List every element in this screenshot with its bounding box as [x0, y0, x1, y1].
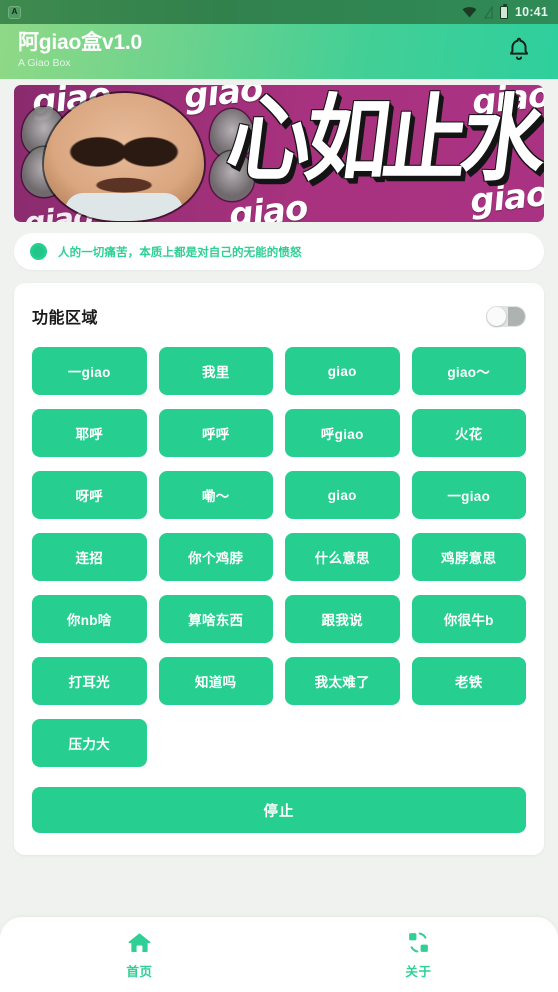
sound-button[interactable]: 压力大 [32, 719, 147, 767]
banner-headline: 心如止水 [221, 85, 544, 194]
notice-bar[interactable]: 人的一切痛苦，本质上都是对自己的无能的愤怒 [14, 233, 544, 270]
function-toggle[interactable] [486, 305, 526, 327]
toggle-thumb [487, 306, 506, 326]
about-sync-icon [406, 930, 432, 956]
function-card-header: 功能区域 [32, 299, 526, 333]
battery-icon [500, 3, 509, 19]
app-badge-icon: A [8, 5, 21, 19]
sound-button[interactable]: 火花 [411, 409, 526, 457]
sound-button[interactable]: giao〜 [411, 347, 526, 395]
sound-button[interactable]: 嘞〜 [158, 471, 273, 519]
sound-button[interactable]: 呼giao [285, 409, 400, 457]
banner-portrait [44, 93, 204, 221]
sound-button[interactable]: 你nb啥 [32, 595, 147, 643]
page-subtitle: A Giao Box [18, 57, 71, 70]
stop-button[interactable]: 停止 [32, 787, 526, 833]
sound-button[interactable]: 我太难了 [285, 657, 400, 705]
sound-button[interactable]: 知道吗 [158, 657, 273, 705]
home-icon [127, 930, 153, 956]
sound-button[interactable]: 什么意思 [285, 533, 400, 581]
nav-label-about: 关于 [405, 964, 432, 979]
status-bar-left: A [8, 5, 462, 19]
app-header: 阿giao盒v1.0 A Giao Box [0, 24, 558, 79]
sound-button[interactable]: 算啥东西 [158, 595, 273, 643]
sound-button[interactable]: 我里 [158, 347, 273, 395]
sound-button[interactable]: 老铁 [411, 657, 526, 705]
function-card: 功能区域 一giao 我里 giao giao〜 耶呼 呼呼 呼giao 火花 呀呼 嘞〜 giao… [14, 283, 544, 855]
sound-button[interactable]: 呼呼 [158, 409, 273, 457]
toggle-track [508, 306, 525, 326]
notice-text: 人的一切痛苦，本质上都是对自己的无能的愤怒 [58, 246, 302, 259]
notification-bell-button[interactable] [502, 35, 536, 69]
header-titles: 阿giao盒v1.0 A Giao Box [18, 32, 502, 71]
sound-button[interactable]: 鸡脖意思 [411, 533, 526, 581]
sound-button[interactable]: 耶呼 [32, 409, 147, 457]
section-title: 功能区域 [32, 310, 99, 327]
sound-button-grid: 一giao 我里 giao giao〜 耶呼 呼呼 呼giao 火花 呀呼 嘞〜 giao 一giao… [32, 347, 526, 767]
sound-button[interactable]: 跟我说 [285, 595, 400, 643]
nav-label-home: 首页 [126, 964, 153, 979]
sound-button[interactable]: giao [285, 347, 400, 395]
nav-item-about[interactable]: 关于 [279, 917, 558, 992]
status-bar: A 10:41 [0, 0, 558, 24]
sound-button[interactable]: 打耳光 [32, 657, 147, 705]
bell-icon [505, 35, 533, 68]
circle-dot-icon [30, 243, 47, 260]
nav-item-home[interactable]: 首页 [0, 917, 279, 992]
wifi-icon [462, 6, 477, 18]
no-signal-icon [483, 4, 493, 19]
sound-button[interactable]: 一giao [411, 471, 526, 519]
sound-button[interactable]: 你个鸡脖 [158, 533, 273, 581]
sound-button[interactable]: giao [285, 471, 400, 519]
promo-banner[interactable]: giao giao giao giao giao giao 心如止水 [14, 85, 544, 222]
clock-label: 10:41 [515, 5, 548, 19]
sound-button[interactable]: 一giao [32, 347, 147, 395]
bottom-navigation: 首页 关于 [0, 917, 558, 992]
banner-section: giao giao giao giao giao giao 心如止水 [0, 79, 558, 222]
sound-button[interactable]: 连招 [32, 533, 147, 581]
status-bar-right: 10:41 [462, 3, 548, 19]
page-title: 阿giao盒v1.0 [18, 31, 143, 55]
sound-button[interactable]: 呀呼 [32, 471, 147, 519]
sound-button[interactable]: 你很牛b [411, 595, 526, 643]
